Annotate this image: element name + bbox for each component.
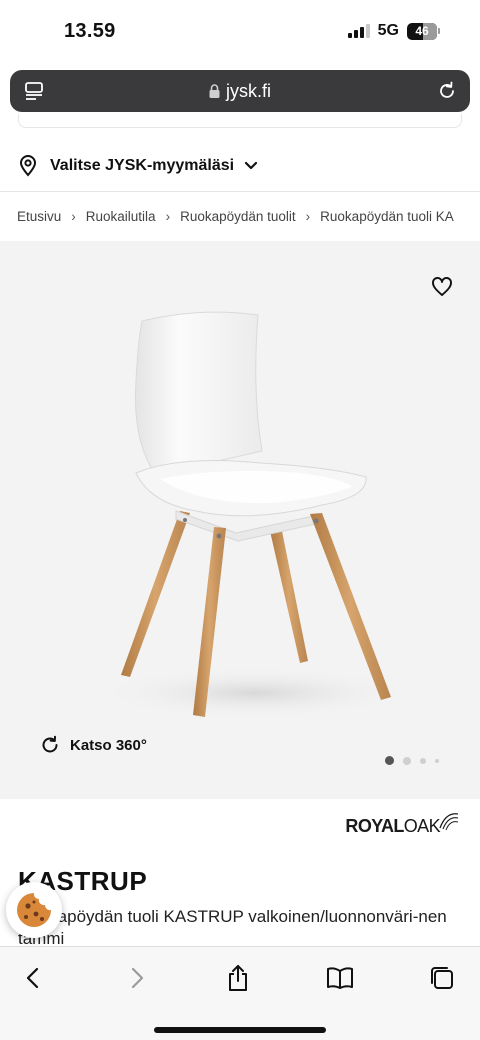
network-type: 5G xyxy=(377,22,399,39)
breadcrumb-separator-icon: › xyxy=(165,208,171,224)
back-arrow-icon xyxy=(26,967,39,989)
breadcrumb-item-chairs[interactable]: Ruokapöydän tuolit xyxy=(180,209,296,224)
store-selector-label: Valitse JYSK-myymäläsi xyxy=(50,156,235,174)
brand-logo: ROYALOAK xyxy=(345,812,462,837)
forward-button[interactable] xyxy=(122,963,152,993)
bookmarks-button[interactable] xyxy=(325,963,355,993)
battery-level: 46 xyxy=(415,24,429,38)
breadcrumb-item-current[interactable]: Ruokapöydän tuoli KA xyxy=(320,209,454,224)
tabs-overview-icon xyxy=(431,967,453,989)
gallery-dot[interactable] xyxy=(435,758,439,763)
product-description: Ruokapöydän tuoli KASTRUP valkoinen/luon… xyxy=(18,907,447,948)
home-indicator xyxy=(154,1027,326,1033)
url-display[interactable]: jysk.fi xyxy=(209,81,271,102)
gallery-pagination[interactable] xyxy=(385,756,439,765)
chevron-down-icon xyxy=(245,161,258,169)
gallery-dot-active[interactable] xyxy=(385,756,394,765)
brand-name-bold: ROYAL xyxy=(345,816,404,836)
signal-icon xyxy=(347,24,370,38)
battery-icon: 46 xyxy=(407,22,440,40)
cookie-consent-button[interactable] xyxy=(6,882,62,938)
heart-icon[interactable] xyxy=(430,275,454,299)
brand-name-light: OAK xyxy=(403,816,441,836)
forward-arrow-icon xyxy=(131,967,144,989)
status-bar: 13.59 5G 46 xyxy=(0,0,480,64)
view-360-button[interactable]: Katso 360° xyxy=(40,735,147,755)
reload-icon[interactable] xyxy=(436,80,458,102)
breadcrumb-separator-icon: › xyxy=(71,208,76,224)
breadcrumb: Etusivu › Ruokailutila › Ruokapöydän tuo… xyxy=(0,192,480,240)
view-360-label: Katso 360° xyxy=(70,736,147,754)
lock-icon xyxy=(209,84,220,98)
browser-toolbar xyxy=(0,946,480,1040)
collapsed-header-edge xyxy=(18,114,462,128)
gallery-dot[interactable] xyxy=(420,757,426,764)
product-image-chair xyxy=(95,311,415,719)
breadcrumb-separator-icon: › xyxy=(305,208,311,224)
cookie-icon xyxy=(17,893,51,927)
tabs-overview-button[interactable] xyxy=(427,963,457,993)
status-indicators: 5G 46 xyxy=(347,22,440,40)
address-bar[interactable]: jysk.fi xyxy=(10,70,470,112)
store-selector[interactable]: Valitse JYSK-myymäläsi xyxy=(0,140,480,192)
gallery-dot[interactable] xyxy=(403,756,411,765)
tabs-icon[interactable] xyxy=(24,81,44,101)
breadcrumb-item-home[interactable]: Etusivu xyxy=(17,209,61,224)
back-button[interactable] xyxy=(18,963,48,993)
product-image-gallery[interactable]: Katso 360° xyxy=(0,241,480,799)
location-pin-icon xyxy=(19,154,37,177)
breadcrumb-item-dining[interactable]: Ruokailutila xyxy=(86,209,156,224)
bookmarks-icon xyxy=(327,967,353,989)
share-icon xyxy=(229,965,247,991)
rotate-icon xyxy=(42,735,58,753)
share-button[interactable] xyxy=(223,963,253,993)
url-text: jysk.fi xyxy=(226,80,271,101)
status-time: 13.59 xyxy=(64,20,116,42)
brand-swirl-icon xyxy=(439,812,459,830)
